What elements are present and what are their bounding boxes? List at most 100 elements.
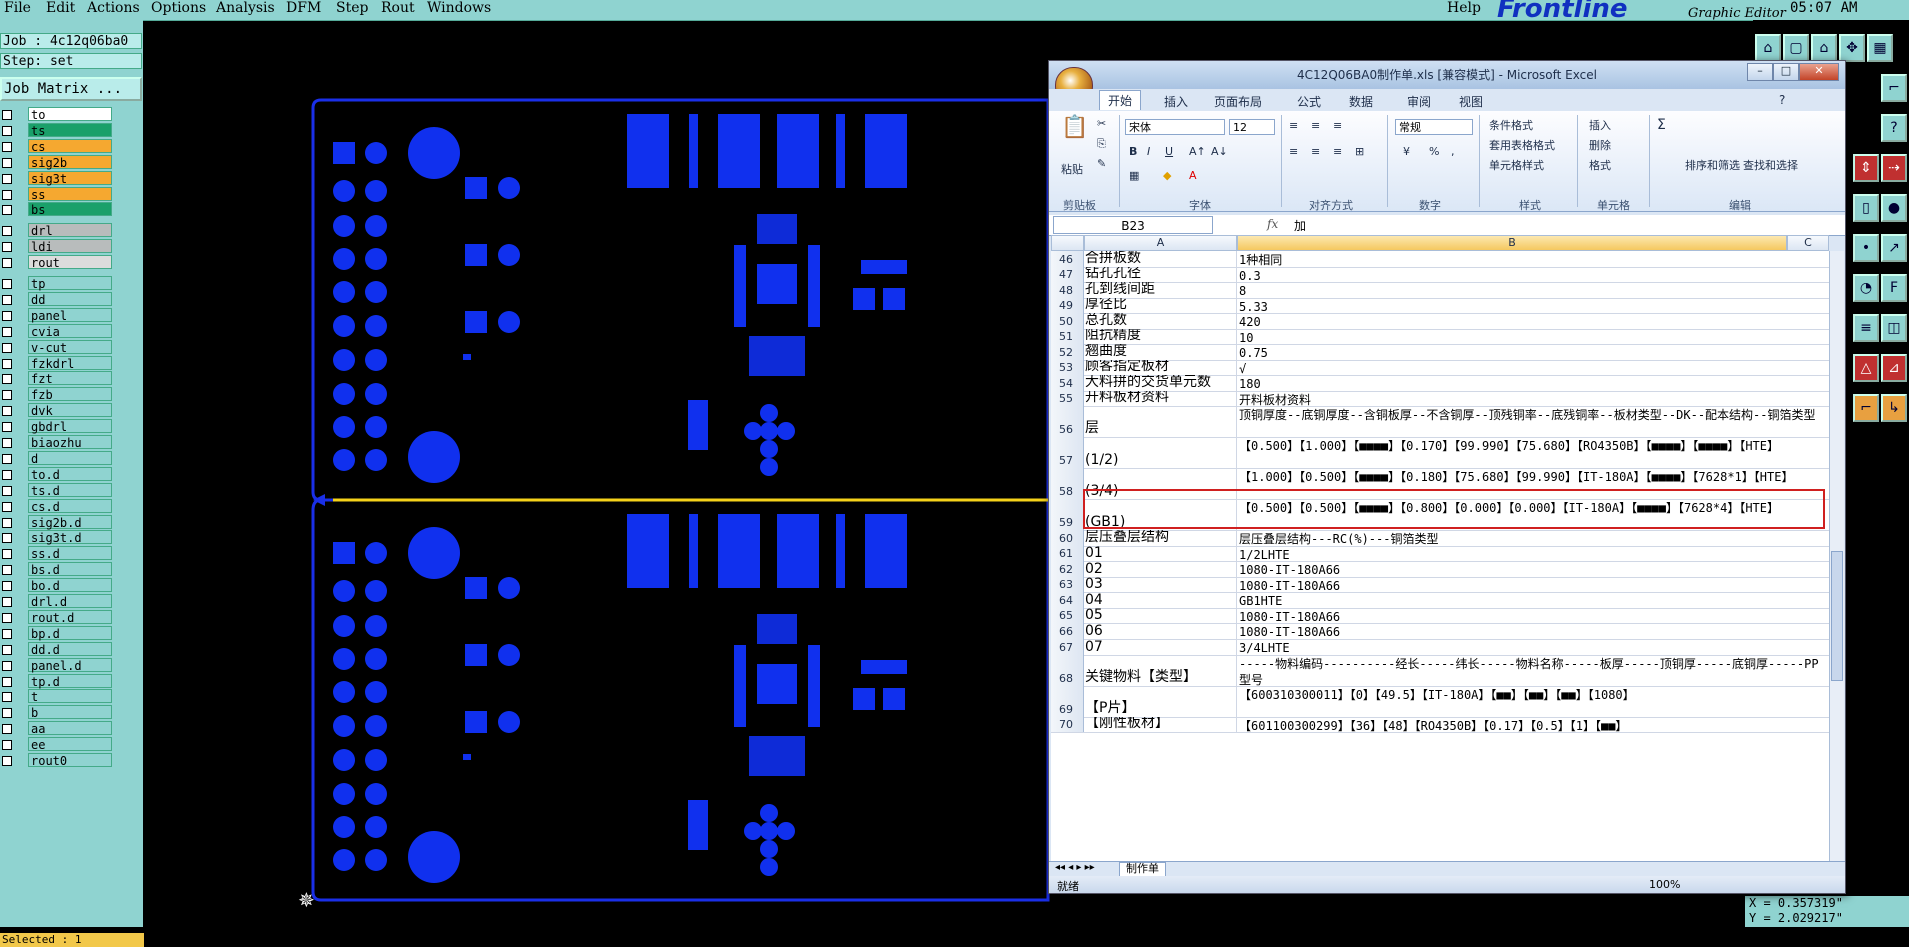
layer-checkbox[interactable] <box>2 358 12 369</box>
layer-checkbox[interactable] <box>2 374 12 385</box>
cell-b[interactable]: 顶铜厚度--底铜厚度--含铜板厚--不含铜厚--顶残铜率--底残铜率--板材类型… <box>1237 406 1829 437</box>
layer-name[interactable]: dd.d <box>28 641 112 657</box>
layer-checkbox[interactable] <box>2 485 12 496</box>
cell-b[interactable]: 【601100300299】【36】【48】【RO4350B】【0.17】【0.… <box>1237 717 1829 733</box>
align-top-icon[interactable]: ≡ <box>1289 119 1298 132</box>
layer-row[interactable]: drl.d <box>0 594 143 609</box>
cell-b[interactable]: 420 <box>1237 313 1829 329</box>
insert-cells-button[interactable]: 插入 <box>1589 117 1611 133</box>
layer-row[interactable]: d <box>0 450 143 466</box>
cell-b[interactable]: 【600310300011】【0】【49.5】【IT-180A】【■■】【■■】… <box>1237 686 1829 717</box>
cell-a[interactable]: 02 <box>1084 561 1237 577</box>
cell-a[interactable]: 厚径比 <box>1084 297 1237 314</box>
layer-name[interactable]: to <box>28 107 112 122</box>
align-tool-icon[interactable]: ≡ <box>1853 314 1879 342</box>
scroll-thumb[interactable] <box>1831 551 1843 681</box>
cell-b[interactable]: 层压叠层结构---RC(%)---铜箔类型 <box>1237 530 1829 546</box>
measure-tool-icon[interactable]: ⇕ <box>1853 154 1879 182</box>
cell-a[interactable]: 06 <box>1084 623 1237 639</box>
layer-row[interactable]: tp <box>0 276 143 291</box>
home-tool-icon[interactable]: ⌂ <box>1755 34 1781 62</box>
layer-tool-icon[interactable]: ◫ <box>1881 314 1907 342</box>
layer-name[interactable]: rout <box>28 255 112 270</box>
layer-row[interactable]: cs.d <box>0 498 143 514</box>
cell-a[interactable]: 开料板材资料 <box>1084 390 1237 407</box>
pan-tool-icon[interactable]: ✥ <box>1839 34 1865 62</box>
layer-checkbox[interactable] <box>2 189 12 200</box>
align-bottom-icon[interactable]: ≡ <box>1333 119 1342 132</box>
layer-row[interactable]: ldi <box>0 239 143 254</box>
layer-name[interactable]: bp.d <box>28 625 112 641</box>
layer-row[interactable]: fzkdrl <box>0 355 143 371</box>
row-header[interactable]: 65 <box>1051 607 1084 624</box>
layer-name[interactable]: panel <box>28 307 112 323</box>
percent-icon[interactable]: % <box>1429 145 1439 158</box>
grid-tool-icon[interactable]: ▦ <box>1867 34 1893 62</box>
find-select-button[interactable]: 查找和选择 <box>1743 157 1798 173</box>
layer-checkbox[interactable] <box>2 406 12 417</box>
tab-insert[interactable]: 插入 <box>1164 93 1188 110</box>
cell-a[interactable]: (3/4) <box>1084 468 1237 500</box>
cell-a[interactable]: (1/2) <box>1084 437 1237 469</box>
row-header[interactable]: 70 <box>1051 716 1084 733</box>
delete-cells-button[interactable]: 删除 <box>1589 137 1611 153</box>
cell-b[interactable]: 【1.000】【0.500】【■■■■】【0.180】【75.680】【99.9… <box>1237 468 1829 499</box>
close-icon[interactable]: ✕ <box>1799 63 1839 81</box>
job-matrix-button[interactable]: Job Matrix ... <box>0 77 142 101</box>
cell-a[interactable]: 03 <box>1084 576 1237 593</box>
fx-icon[interactable]: fx <box>1267 217 1278 231</box>
layer-row[interactable]: rout0 <box>0 753 143 768</box>
align-left-icon[interactable]: ≡ <box>1289 145 1298 158</box>
layer-name[interactable]: drl <box>28 223 112 238</box>
tab-review[interactable]: 审阅 <box>1407 93 1431 110</box>
layer-checkbox[interactable] <box>2 453 12 464</box>
layer-name[interactable]: aa <box>28 721 112 736</box>
layer-checkbox[interactable] <box>2 258 12 269</box>
layer-checkbox[interactable] <box>2 692 12 703</box>
layer-checkbox[interactable] <box>2 326 12 337</box>
font-name-select[interactable]: 宋体 <box>1125 119 1225 135</box>
cell-b[interactable]: 1种相同 <box>1237 251 1829 267</box>
layer-checkbox[interactable] <box>2 740 12 751</box>
layer-row[interactable]: cvia <box>0 323 143 339</box>
pad-tool-icon[interactable]: ● <box>1881 194 1907 222</box>
layer-row[interactable]: drl <box>0 223 143 238</box>
layer-checkbox[interactable] <box>2 173 12 184</box>
menu-options[interactable]: Options <box>151 0 206 16</box>
layer-checkbox[interactable] <box>2 279 12 289</box>
layer-name[interactable]: dvk <box>28 403 112 418</box>
layer-checkbox[interactable] <box>2 724 12 735</box>
cell-a[interactable]: 层 <box>1084 406 1237 438</box>
layer-checkbox[interactable] <box>2 226 12 237</box>
line-tool-icon[interactable]: • <box>1853 234 1879 262</box>
layer-name[interactable]: sig3t <box>28 170 112 186</box>
layer-name[interactable]: drl.d <box>28 594 112 609</box>
layer-name[interactable]: v-cut <box>28 339 112 355</box>
layer-row[interactable]: biaozhu <box>0 435 143 450</box>
select-all-corner[interactable] <box>1051 235 1084 251</box>
column-header-c[interactable]: C <box>1787 235 1829 251</box>
cell-a[interactable]: 04 <box>1084 592 1237 608</box>
bold-button[interactable]: B <box>1129 145 1137 158</box>
window-tool-icon[interactable]: ▢ <box>1783 34 1809 62</box>
row-header[interactable]: 59 <box>1051 499 1084 531</box>
layer-checkbox[interactable] <box>2 628 12 639</box>
excel-title-bar[interactable]: 4C12Q06BA0制作单.xls [兼容模式] - Microsoft Exc… <box>1049 61 1845 89</box>
layer-checkbox[interactable] <box>2 294 12 305</box>
layer-row[interactable]: dd.d <box>0 641 143 657</box>
layer-row[interactable]: sig3t.d <box>0 530 143 545</box>
layer-checkbox[interactable] <box>2 205 12 216</box>
layer-row[interactable]: tp.d <box>0 673 143 689</box>
row-header[interactable]: 56 <box>1051 406 1084 438</box>
layer-checkbox[interactable] <box>2 756 12 766</box>
row-header[interactable]: 66 <box>1051 623 1084 639</box>
row-header[interactable]: 61 <box>1051 545 1084 562</box>
menu-windows[interactable]: Windows <box>427 0 491 16</box>
layer-row[interactable]: sig3t <box>0 170 143 186</box>
minimize-icon[interactable]: – <box>1747 63 1773 81</box>
layer-row[interactable]: panel.d <box>0 657 143 673</box>
layer-name[interactable]: tp.d <box>28 673 112 689</box>
column-header-a[interactable]: A <box>1084 235 1237 251</box>
row-header[interactable]: 53 <box>1051 359 1084 376</box>
cell-a[interactable]: 05 <box>1084 607 1237 624</box>
